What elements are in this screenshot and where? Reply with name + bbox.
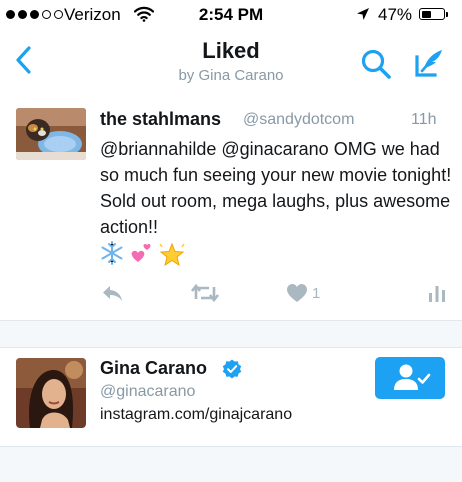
status-bar: Verizon 2:54 PM 47%: [0, 0, 462, 30]
retweet-icon: [190, 283, 220, 303]
glowing-star-icon: [159, 242, 185, 266]
like-button[interactable]: 1: [286, 278, 320, 308]
page-title: Liked: [202, 38, 260, 63]
two-hearts-icon: [131, 243, 151, 262]
tweet-author-handle[interactable]: @sandydotcom: [243, 111, 354, 129]
user-card[interactable]: Gina Carano @ginacarano instagram.com/gi…: [0, 348, 462, 447]
user-display-name[interactable]: Gina Carano: [100, 358, 207, 379]
location-arrow-icon: [357, 8, 369, 20]
navigation-bar: Liked by Gina Carano: [0, 30, 462, 93]
reply-button[interactable]: [100, 278, 124, 308]
tweet-actions: 1: [0, 278, 462, 308]
search-icon[interactable]: [360, 48, 392, 80]
battery-cap: [446, 12, 448, 17]
compose-tweet-icon[interactable]: [413, 47, 445, 79]
tweet-timestamp: 11h: [411, 111, 437, 128]
tweet-author-name[interactable]: the stahlmans: [100, 109, 221, 130]
snowflake-icon: [101, 241, 123, 265]
battery-level-fill: [421, 10, 431, 18]
following-user-check-icon: [394, 364, 431, 390]
user-avatar[interactable]: [16, 358, 86, 428]
section-divider: [0, 321, 462, 348]
tweet-text: @briannahilde @ginacarano OMG we had so …: [100, 139, 452, 237]
like-count: 1: [312, 284, 321, 302]
battery-icon: [419, 8, 445, 20]
battery-percentage: 47%: [378, 5, 413, 24]
page-subtitle: by Gina Carano: [178, 67, 284, 84]
list-background: [0, 447, 462, 482]
heart-icon: [287, 284, 307, 302]
reply-icon: [103, 286, 122, 301]
tweet-emoji-row: [101, 241, 185, 266]
user-profile-link[interactable]: instagram.com/ginajcarano: [100, 406, 292, 424]
user-handle: @ginacarano: [100, 383, 196, 400]
tweet-avatar[interactable]: [16, 108, 86, 160]
verified-badge-icon: [222, 359, 242, 379]
analytics-bars-icon: [429, 286, 445, 302]
analytics-button[interactable]: [428, 278, 446, 308]
following-button[interactable]: [375, 357, 445, 399]
liked-tweet[interactable]: the stahlmans @sandydotcom 11h @briannah…: [0, 92, 462, 321]
retweet-button[interactable]: [190, 278, 220, 308]
